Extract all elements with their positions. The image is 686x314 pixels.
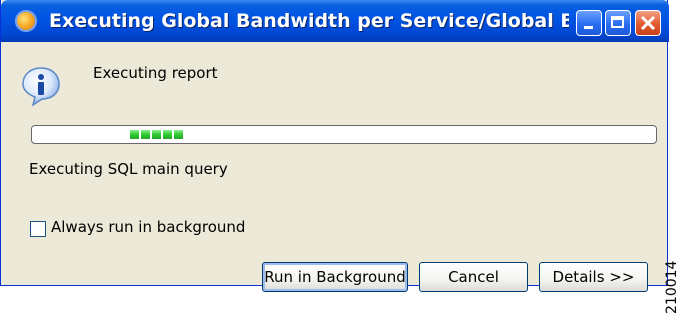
progress-block [163,130,172,139]
progress-block [141,130,150,139]
close-button[interactable] [635,10,661,36]
details-button[interactable]: Details >> [539,262,648,292]
figure-id-label: 210014 [664,260,680,314]
message-heading: Executing report [93,64,218,82]
minimize-icon [584,26,593,29]
always-background-label[interactable]: Always run in background [51,218,245,236]
progress-block [174,130,183,139]
cancel-button[interactable]: Cancel [419,262,528,292]
close-icon [640,15,656,31]
maximize-button[interactable] [605,10,631,36]
status-text: Executing SQL main query [29,160,228,178]
progress-block [152,130,161,139]
progress-block [130,130,139,139]
progress-bar [31,125,657,144]
minimize-button[interactable] [576,10,602,36]
run-in-background-button[interactable]: Run in Background [262,262,408,292]
title-bar[interactable]: Executing Global Bandwidth per Service/G… [1,0,669,42]
app-logo-icon [15,10,37,32]
window-title: Executing Global Bandwidth per Service/G… [49,10,569,32]
info-icon [22,67,60,106]
maximize-icon [611,16,624,28]
always-background-checkbox[interactable] [30,221,46,237]
progress-dialog: Executing Global Bandwidth per Service/G… [0,0,669,292]
